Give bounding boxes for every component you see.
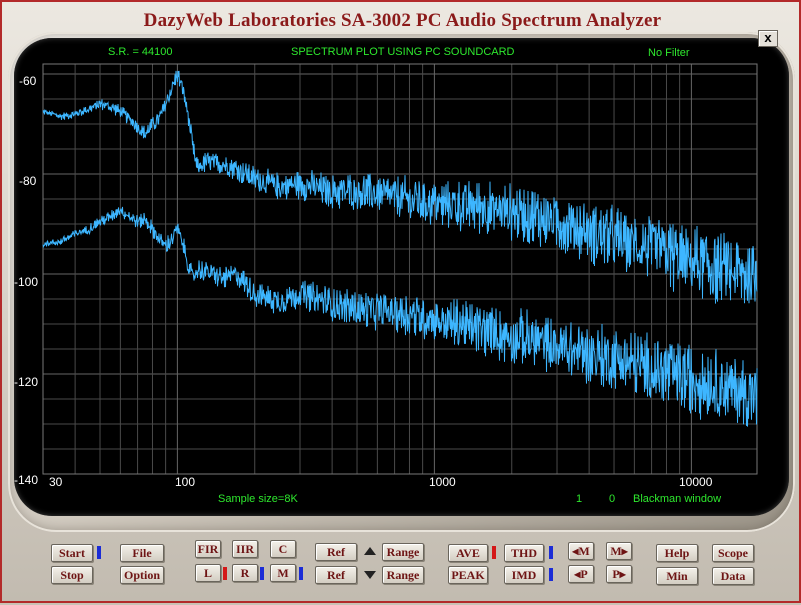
left-channel-indicator	[223, 567, 227, 580]
caret-right-icon: ▸	[619, 567, 626, 581]
peak-left-button[interactable]: ◂P	[568, 565, 594, 583]
marker-right-label: M	[610, 544, 622, 558]
arrow-up-icon[interactable]	[364, 547, 376, 555]
x-tick: 100	[175, 475, 196, 489]
counter-a: 1	[576, 493, 583, 505]
imd-button[interactable]: IMD	[504, 566, 544, 584]
marker-left-button[interactable]: ◂M	[568, 542, 594, 560]
sample-rate-label: S.R. = 44100	[108, 46, 173, 58]
data-button[interactable]: Data	[712, 567, 754, 585]
c-button[interactable]: C	[270, 540, 296, 558]
y-tick: -80	[19, 174, 37, 188]
ave-indicator	[492, 546, 496, 559]
spectrum-plot	[42, 63, 758, 475]
plot-heading: SPECTRUM PLOT USING PC SOUNDCARD	[291, 46, 515, 58]
marker-left-label: M	[578, 544, 590, 558]
peak-right-button[interactable]: P▸	[606, 565, 632, 583]
x-tick: 30	[49, 475, 63, 489]
peak-left-label: P	[580, 567, 588, 581]
spectrum-trace-2	[42, 206, 758, 427]
scope-button[interactable]: Scope	[712, 544, 754, 562]
ref-up-button[interactable]: Ref	[315, 543, 357, 561]
file-button[interactable]: File	[120, 544, 164, 562]
stop-button[interactable]: Stop	[51, 566, 93, 584]
fir-button[interactable]: FIR	[195, 540, 221, 558]
y-tick: -120	[14, 375, 39, 389]
app-window: DazyWeb Laboratories SA-3002 PC Audio Sp…	[0, 0, 801, 603]
peak-right-label: P	[612, 567, 620, 581]
iir-button[interactable]: IIR	[232, 540, 258, 558]
right-channel-button[interactable]: R	[232, 564, 258, 582]
sample-size-label: Sample size=8K	[218, 493, 298, 505]
thd-indicator	[549, 546, 553, 559]
start-indicator	[97, 546, 101, 559]
y-tick: -100	[14, 275, 39, 289]
ref-down-button[interactable]: Ref	[315, 566, 357, 584]
x-tick: 1000	[429, 475, 456, 489]
spectrum-trace-1	[42, 70, 758, 304]
thd-button[interactable]: THD	[504, 544, 544, 562]
start-button[interactable]: Start	[51, 544, 93, 562]
marker-right-button[interactable]: M▸	[606, 542, 632, 560]
min-button[interactable]: Min	[656, 567, 698, 585]
counter-b: 0	[609, 493, 616, 505]
y-tick: -140	[14, 473, 39, 487]
ave-button[interactable]: AVE	[448, 544, 488, 562]
option-button[interactable]: Option	[120, 566, 164, 584]
range-up-button[interactable]: Range	[382, 543, 424, 561]
caret-right-icon: ▸	[621, 544, 628, 558]
mono-button[interactable]: M	[270, 564, 296, 582]
window-type-label: Blackman window	[633, 493, 722, 505]
arrow-down-icon[interactable]	[364, 571, 376, 579]
range-down-button[interactable]: Range	[382, 566, 424, 584]
y-tick: -60	[19, 74, 37, 88]
right-channel-indicator	[260, 567, 264, 580]
peak-button[interactable]: PEAK	[448, 566, 488, 584]
filter-label: No Filter	[648, 47, 690, 59]
help-button[interactable]: Help	[656, 544, 698, 562]
left-channel-button[interactable]: L	[195, 564, 221, 582]
imd-indicator	[549, 568, 553, 581]
mono-indicator	[299, 567, 303, 580]
x-tick: 10000	[679, 475, 713, 489]
